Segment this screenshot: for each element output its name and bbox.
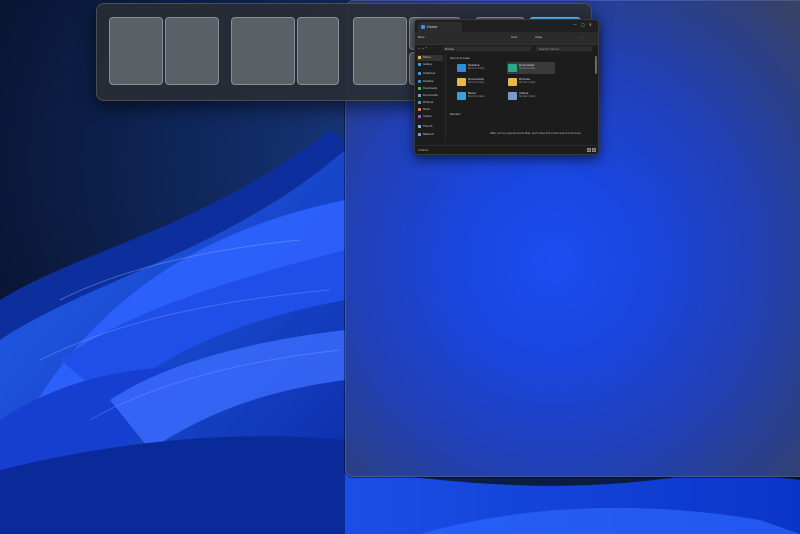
sidebar-item-label: Downloads [423,87,438,90]
explorer-content: Quick access Desktop Stored locally Down… [446,54,596,142]
sidebar-item-label: Gallery [423,63,433,66]
sidebar-item-label: Videos [423,115,432,118]
sidebar-item-onedrive[interactable]: OneDrive [417,71,443,77]
sidebar-item-pictures[interactable]: Pictures [417,100,443,106]
videos-folder-icon [508,91,517,100]
recent-heading[interactable]: Recent [450,112,460,116]
scrollbar-thumb[interactable] [595,56,597,74]
sidebar-item-label: OneDrive [423,72,436,75]
pictures-icon [418,101,421,104]
sidebar-item-music[interactable]: Music [417,107,443,113]
tiles-view-icon[interactable] [592,147,596,152]
quick-access-item-videos[interactable]: Videos Stored locally [507,90,555,102]
sort-button[interactable]: Sort [511,35,517,39]
sidebar-item-downloads[interactable]: Downloads [417,86,443,92]
download-icon [418,87,421,90]
explorer-tab[interactable]: Home [418,22,462,32]
sidebar-item-label: Home [423,56,431,59]
address-row: ← → ↑ Home Search Home [415,45,598,53]
pc-icon [418,125,421,128]
desktop-icon [418,80,421,83]
snap-zone-right-half[interactable] [165,17,219,85]
nav-arrows-icon[interactable]: ← → ↑ [418,46,427,50]
quick-access-item-documents[interactable]: Documents Stored locally [456,76,504,88]
gallery-icon [418,63,421,66]
sidebar-item-network[interactable]: Network [417,132,443,138]
snap-zone-wide-left[interactable] [231,17,295,85]
network-icon [418,133,421,136]
explorer-titlebar[interactable]: Home —□✕ [415,20,598,32]
cloud-icon [418,72,421,75]
snap-zone-narrow-right[interactable] [297,17,339,85]
snap-zone-left-main[interactable] [353,17,407,85]
window-controls[interactable]: —□✕ [573,22,596,27]
tile-sub: Stored locally [468,95,485,98]
navigation-pane: Home Gallery OneDrive Desktop Downloads … [415,54,446,142]
quick-access-item-downloads[interactable]: Downloads Stored locally [507,62,555,74]
music-icon [418,108,421,111]
snap-layout-wide-narrow [231,17,339,87]
search-input[interactable]: Search Home [536,46,592,51]
address-bar[interactable]: Home [443,46,531,51]
home-icon [421,25,425,29]
sidebar-item-label: This PC [423,125,433,128]
sidebar-item-label: Music [423,108,431,111]
quick-access-item-pictures[interactable]: Pictures Stored locally [507,76,555,88]
tile-sub: Stored locally [468,81,485,84]
tile-sub: Stored locally [519,67,536,70]
search-placeholder: Search Home [539,46,560,51]
sidebar-item-this-pc[interactable]: This PC [417,124,443,130]
details-view-icon[interactable] [587,147,591,152]
desktop-folder-icon [457,63,466,72]
snap-layout-halves [109,17,219,87]
sidebar-item-gallery[interactable]: Gallery [417,62,443,68]
sidebar-item-documents[interactable]: Documents [417,93,443,99]
tab-title: Home [427,25,438,29]
music-folder-icon [457,91,466,100]
documents-icon [418,94,421,97]
quick-access-heading[interactable]: Quick access [450,56,470,60]
explorer-toolbar: New Sort View ... [415,32,598,45]
sidebar-item-label: Documents [423,94,438,97]
recent-empty-message: After you've opened some files, we'll sh… [490,132,582,135]
quick-access-item-desktop[interactable]: Desktop Stored locally [456,62,504,74]
status-bar: 6 items [415,145,598,154]
sidebar-item-desktop[interactable]: Desktop [417,79,443,85]
address-path: Home [445,46,454,51]
documents-folder-icon [457,77,466,86]
sidebar-item-label: Pictures [423,101,434,104]
snap-zone-left-half[interactable] [109,17,163,85]
tile-sub: Stored locally [468,67,485,70]
tile-sub: Stored locally [519,81,536,84]
sidebar-item-videos[interactable]: Videos [417,114,443,120]
videos-icon [418,115,421,118]
sidebar-item-label: Desktop [423,80,434,83]
view-button[interactable]: View [535,35,542,39]
item-count: 6 items [418,148,429,152]
new-button[interactable]: New [418,35,425,39]
home-icon [418,56,421,59]
file-explorer-window[interactable]: Home —□✕ New Sort View ... ← → ↑ Home Se… [414,19,599,155]
pictures-folder-icon [508,77,517,86]
tile-sub: Stored locally [519,95,536,98]
quick-access-item-music[interactable]: Music Stored locally [456,90,504,102]
sidebar-item-home[interactable]: Home [417,55,443,61]
sidebar-item-label: Network [423,133,434,136]
downloads-folder-icon [508,63,517,72]
more-button[interactable]: ... [580,35,583,39]
